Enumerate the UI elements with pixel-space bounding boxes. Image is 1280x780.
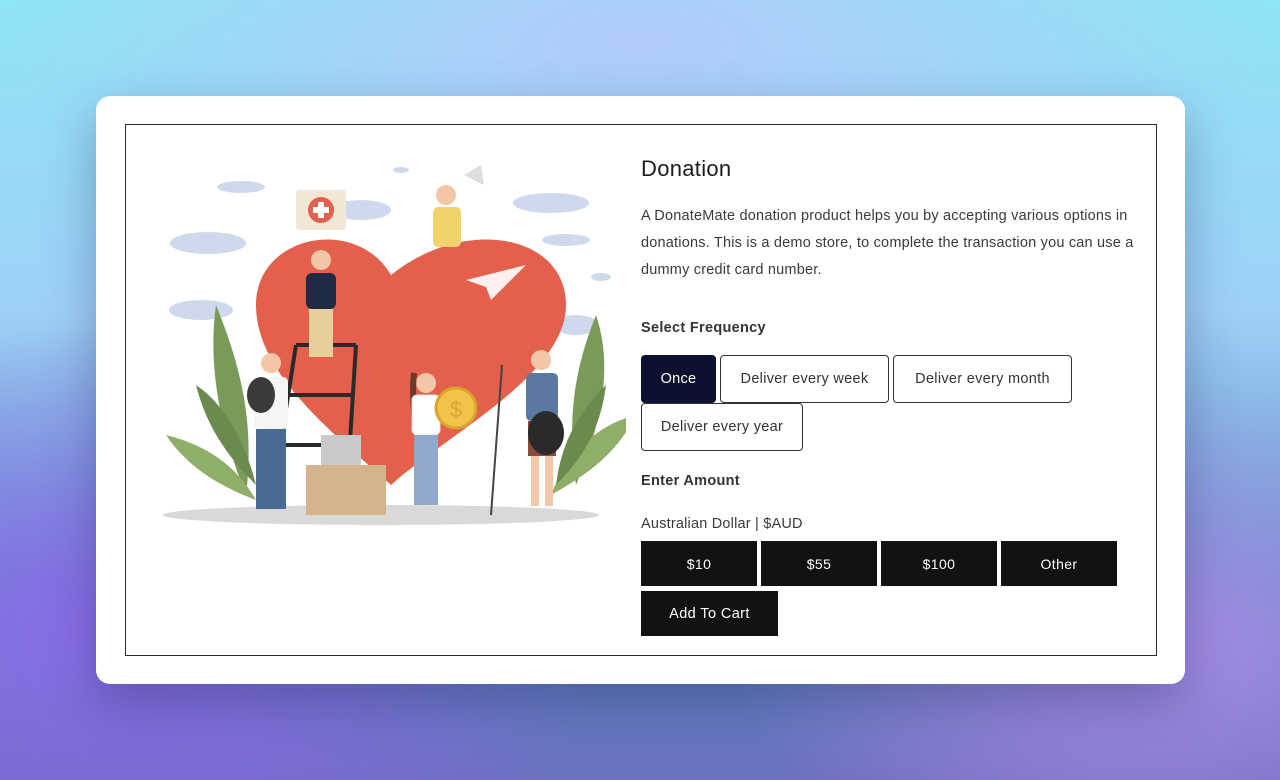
amount-label: Enter Amount: [641, 473, 740, 489]
frequency-month-button[interactable]: Deliver every month: [893, 355, 1072, 403]
frequency-once-button[interactable]: Once: [641, 355, 716, 403]
frequency-year-button[interactable]: Deliver every year: [641, 403, 803, 451]
frequency-options: Once Deliver every week Deliver every mo…: [641, 355, 1111, 451]
product-details: Donation A DonateMate donation product h…: [641, 155, 1151, 636]
amount-10-button[interactable]: $10: [641, 541, 757, 586]
product-frame: $ Donation A DonateMate donation product…: [125, 124, 1157, 656]
donation-illustration-icon: $: [163, 165, 626, 525]
add-to-cart-button[interactable]: Add To Cart: [641, 591, 778, 636]
amount-other-button[interactable]: Other: [1001, 541, 1117, 586]
product-card: $ Donation A DonateMate donation product…: [96, 96, 1185, 684]
amount-55-button[interactable]: $55: [761, 541, 877, 586]
amount-options: $10 $55 $100 Other: [641, 541, 1151, 586]
product-title: Donation: [641, 156, 732, 181]
frequency-week-button[interactable]: Deliver every week: [720, 355, 889, 403]
amount-100-button[interactable]: $100: [881, 541, 997, 586]
svg-text:$: $: [450, 397, 462, 422]
product-description: A DonateMate donation product helps you …: [641, 208, 1134, 278]
frequency-label: Select Frequency: [641, 320, 766, 336]
currency-label: Australian Dollar | $AUD: [641, 516, 803, 532]
